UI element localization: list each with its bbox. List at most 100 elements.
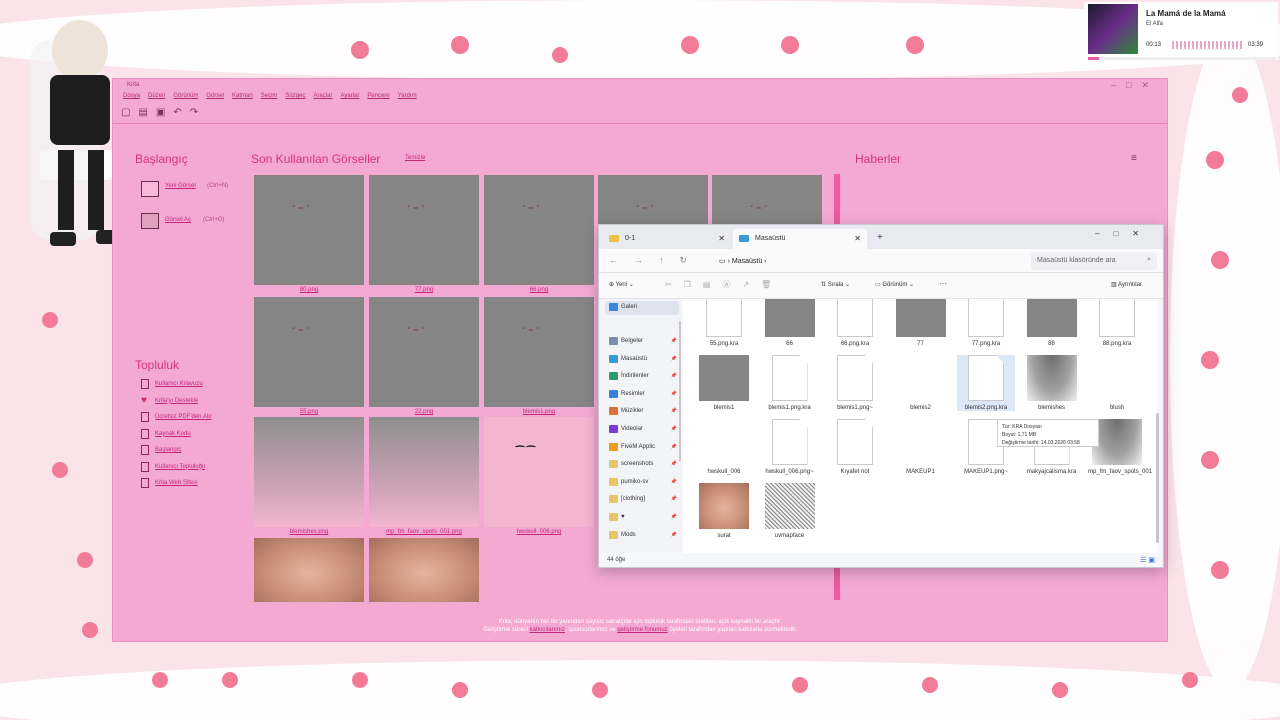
recent-filename[interactable]: blemis1.png: [484, 409, 594, 415]
recent-filename[interactable]: 66.png: [484, 287, 594, 293]
close-icon[interactable]: ✕: [1132, 229, 1153, 238]
menu-image[interactable]: Görsel: [206, 93, 224, 99]
file-item[interactable]: blemis1.png~: [826, 355, 884, 411]
back-icon[interactable]: ←: [609, 255, 634, 265]
open-image-link[interactable]: Görsel Aç: [165, 217, 191, 223]
menu-view[interactable]: Görünüm: [173, 93, 198, 99]
redo-icon[interactable]: ↷: [190, 107, 198, 118]
minimize-icon[interactable]: –: [1095, 229, 1113, 238]
minimize-icon[interactable]: –: [1111, 80, 1126, 90]
file-item[interactable]: blush: [1088, 355, 1146, 411]
new-image-icon[interactable]: [141, 181, 159, 197]
search-box[interactable]: Masaüstü klasöründe ara ⌕: [1031, 252, 1157, 270]
details-button[interactable]: ▥ Ayrıntılar: [1111, 281, 1142, 288]
navpane-item[interactable]: ♥ 📌: [605, 511, 679, 525]
save-icon[interactable]: ▣: [156, 107, 165, 118]
navpane-item[interactable]: pumiko-sv 📌: [605, 476, 679, 490]
recent-thumbnail[interactable]: ˊ ⁻ ʿ: [369, 175, 479, 285]
recent-filename[interactable]: blemishes.png: [254, 529, 364, 535]
file-item[interactable]: blemis2: [892, 355, 950, 411]
navpane-item[interactable]: [clothing] 📌: [605, 493, 679, 507]
copy-icon[interactable]: ❐: [684, 280, 703, 289]
recent-thumbnail[interactable]: [369, 417, 479, 527]
recent-face-thumbnail[interactable]: [254, 538, 364, 602]
file-item[interactable]: blemis2.png.kra: [957, 355, 1015, 411]
rename-icon[interactable]: Ⓐ: [722, 280, 742, 289]
view-toggle-icons[interactable]: ☰ ▣: [1140, 556, 1155, 564]
file-item[interactable]: hwskull_006: [695, 419, 753, 475]
navpane-item[interactable]: Masaüstü 📌: [605, 353, 679, 367]
new-image-link[interactable]: Yeni Görsel: [165, 183, 196, 189]
menu-settings[interactable]: Ayarlar: [340, 93, 359, 99]
recent-thumbnail[interactable]: ˊ ⁻ ʿ: [484, 297, 594, 407]
close-tab-icon[interactable]: ✕: [718, 234, 725, 243]
file-item[interactable]: 88: [1023, 299, 1081, 347]
tab-desktop[interactable]: Masaüstü ✕: [733, 229, 867, 249]
maximize-icon[interactable]: □: [1126, 80, 1141, 90]
news-menu-icon[interactable]: ≡: [1131, 153, 1137, 164]
file-item[interactable]: 66.png.kra: [826, 299, 884, 347]
new-button[interactable]: ⊕ Yeni ⌄: [609, 281, 634, 288]
close-icon[interactable]: ✕: [1141, 80, 1159, 90]
recent-thumbnail[interactable]: ˊ ⁻ ʿ: [484, 175, 594, 285]
navpane-scrollbar[interactable]: [679, 321, 681, 461]
delete-icon[interactable]: 🗑: [761, 280, 783, 289]
recent-filename[interactable]: hwskull_006.png: [484, 529, 594, 535]
file-item[interactable]: 77.png.kra: [957, 299, 1015, 347]
up-icon[interactable]: ↑: [659, 255, 680, 265]
file-item[interactable]: blemishes: [1023, 355, 1081, 411]
open-image-icon[interactable]: [141, 213, 159, 229]
navpane-item[interactable]: İndirilenler 📌: [605, 370, 679, 384]
file-item[interactable]: Kıyafet not: [826, 419, 884, 475]
menu-edit[interactable]: Düzen: [148, 93, 165, 99]
view-button[interactable]: ▭ Görünüm ⌄: [875, 281, 914, 288]
recent-filename[interactable]: 22.png: [369, 409, 479, 415]
breadcrumb-desktop[interactable]: Masaüstü: [732, 258, 762, 265]
new-document-icon[interactable]: ▢: [121, 107, 130, 118]
file-item[interactable]: MAKEUP1: [892, 419, 950, 475]
recent-thumbnail[interactable]: ˊ ⁻ ʿ: [712, 175, 822, 225]
refresh-icon[interactable]: ↻: [680, 255, 704, 265]
open-document-icon[interactable]: ▤: [138, 107, 147, 118]
community-link[interactable]: Kullanıcı Topluluğu: [155, 464, 205, 470]
more-options-icon[interactable]: ···: [939, 279, 947, 288]
recent-thumbnail[interactable]: ˊ ⁻ ʿ: [369, 297, 479, 407]
recent-thumbnail[interactable]: [254, 417, 364, 527]
close-tab-icon[interactable]: ✕: [854, 234, 861, 243]
address-field[interactable]: ▭ › Masaüstü ›: [711, 252, 1027, 270]
menu-filter[interactable]: Süzgeç: [285, 93, 305, 99]
forward-icon[interactable]: →: [634, 255, 659, 265]
maximize-icon[interactable]: □: [1113, 229, 1132, 238]
file-item[interactable]: uvmapface: [761, 483, 819, 539]
navpane-item[interactable]: FiveM Applic 📌: [605, 441, 679, 455]
development-fund-link[interactable]: geliştirme fonumuz: [617, 627, 667, 633]
navpane-item[interactable]: Videolar 📌: [605, 423, 679, 437]
file-item[interactable]: 55.png.kra: [695, 299, 753, 347]
file-item[interactable]: surat: [695, 483, 753, 539]
recent-filename[interactable]: mp_fm_faov_spots_001.png: [369, 529, 479, 535]
community-link[interactable]: Başlangıç: [155, 447, 181, 453]
recent-filename[interactable]: 77.png: [369, 287, 479, 293]
navpane-item[interactable]: screenshots 📌: [605, 458, 679, 472]
community-link[interactable]: Kaynak Kodu: [155, 431, 191, 437]
community-link[interactable]: Kullanıcı Kılavuzu: [155, 381, 203, 387]
navpane-item[interactable]: Resimler 📌: [605, 388, 679, 402]
navpane-item[interactable]: Mods 📌: [605, 529, 679, 543]
share-icon[interactable]: ↗: [742, 280, 761, 289]
navpane-item[interactable]: Müzikler 📌: [605, 405, 679, 419]
paste-icon[interactable]: ▤: [703, 280, 723, 289]
file-item[interactable]: 77: [892, 299, 950, 347]
navpane-item[interactable]: Belgeler 📌: [605, 335, 679, 349]
menu-file[interactable]: Dosya: [123, 93, 140, 99]
menu-select[interactable]: Seçim: [261, 93, 278, 99]
menu-layer[interactable]: Katman: [232, 93, 253, 99]
recent-thumbnail[interactable]: ˊ ⁻ ʿ: [598, 175, 708, 225]
community-link[interactable]: Ücretsiz PDF'den Alır: [155, 414, 212, 420]
file-item[interactable]: blemis1.png.kra: [761, 355, 819, 411]
contributors-link[interactable]: katkıcılarımız: [530, 627, 565, 633]
file-item[interactable]: hwskull_006.png~: [761, 419, 819, 475]
tab-0-1[interactable]: 0-1 ✕: [603, 229, 731, 249]
recent-filename[interactable]: 80.png: [254, 287, 364, 293]
recent-filename[interactable]: 55.png: [254, 409, 364, 415]
sort-button[interactable]: ⇅ Sırala ⌄: [821, 281, 850, 288]
